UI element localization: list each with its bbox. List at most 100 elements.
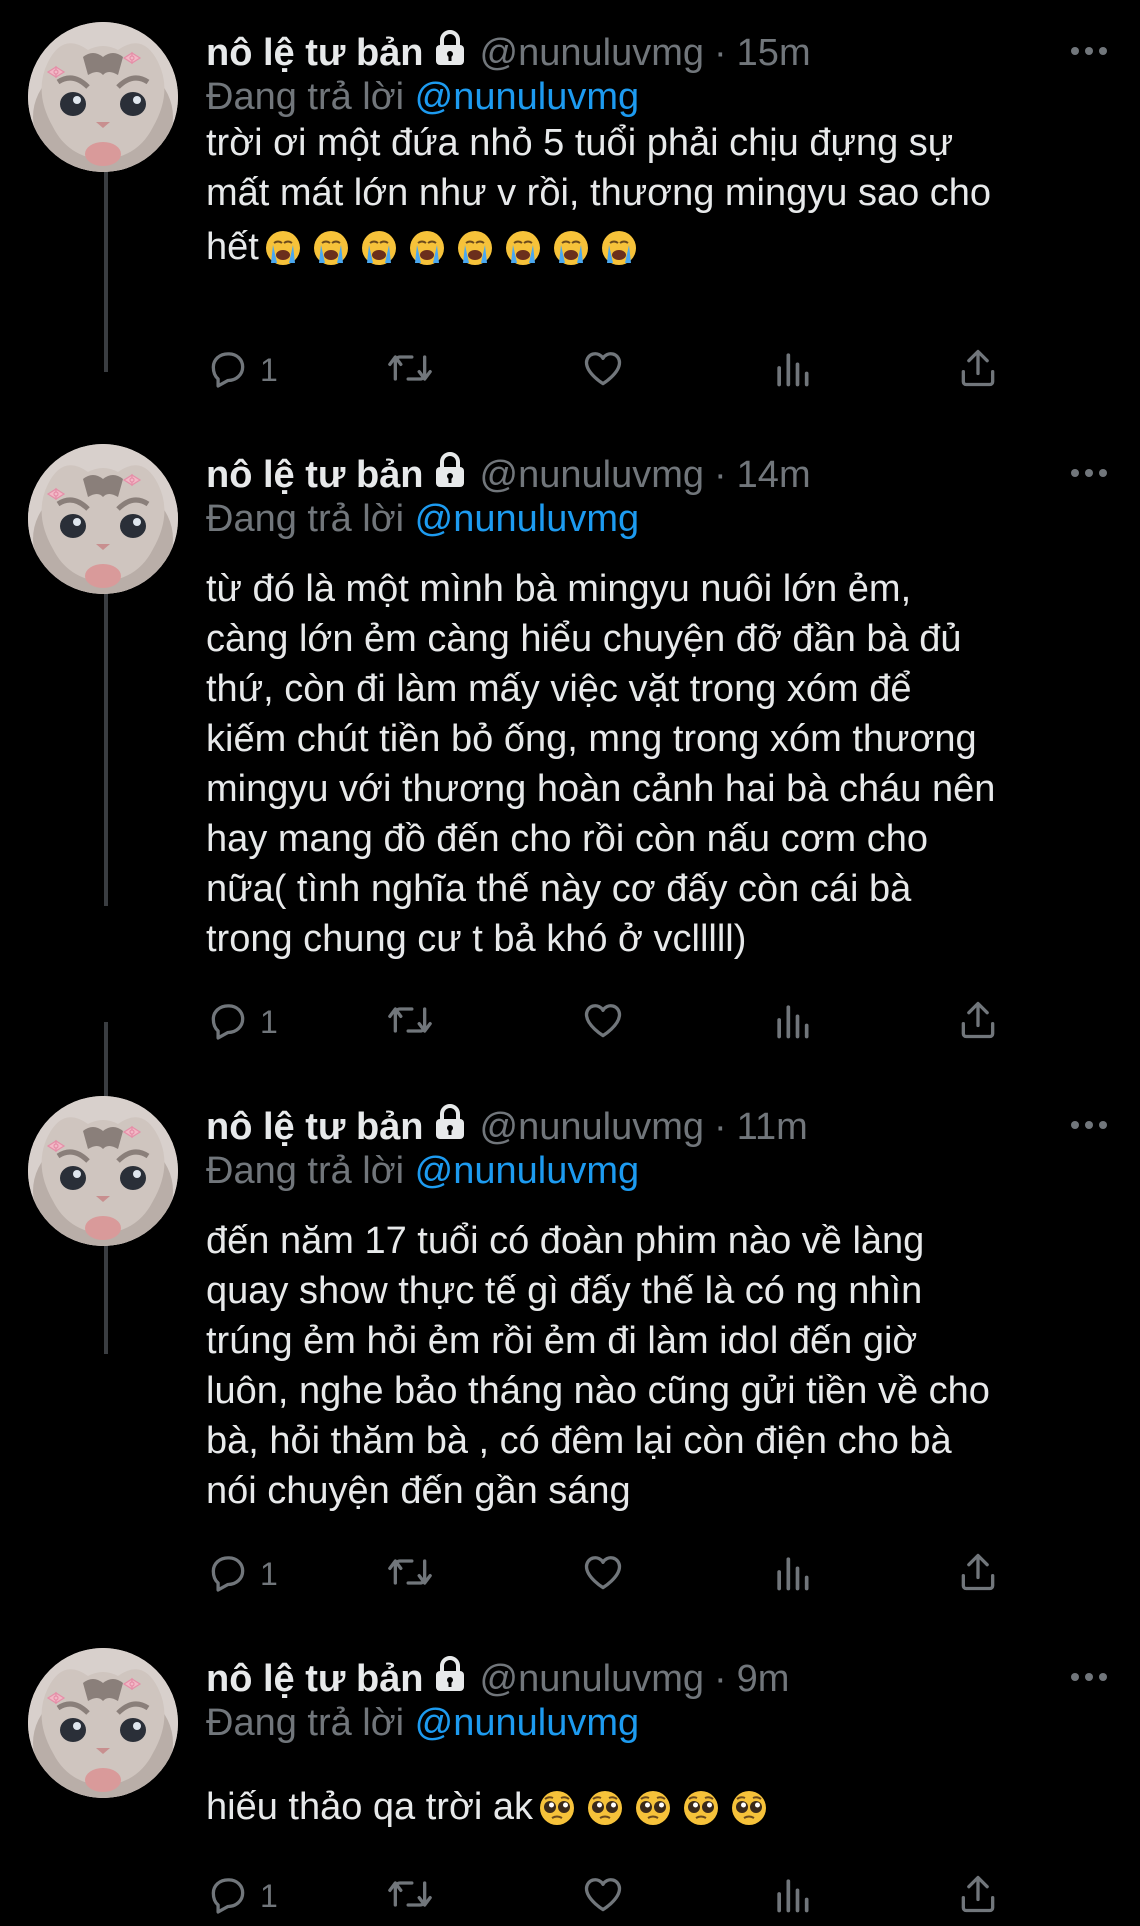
author-name[interactable]: nô lệ tư bản — [206, 454, 424, 497]
like-button[interactable] — [580, 992, 626, 1052]
tweet-header: nô lệ tư bản @nunuluvmg · 14m — [206, 450, 1100, 500]
avatar[interactable] — [28, 444, 178, 594]
tweet-text-line: trúng ẻm hỏi ẻm rồi ẻm đi làm idol đến g… — [206, 1320, 918, 1362]
tweet-header: nô lệ tư bản @nunuluvmg · 9m — [206, 1654, 1100, 1704]
tweet-actions: 1 — [206, 1866, 1026, 1926]
tweet-text: từ đó là một mình bà mingyu nuôi lớn ẻm,… — [206, 564, 1106, 964]
tweet-header: nô lệ tư bản @nunuluvmg · 15m — [206, 28, 1100, 78]
analytics-button[interactable] — [770, 992, 814, 1052]
like-button[interactable] — [580, 1866, 626, 1926]
crying-face-emoji — [600, 229, 638, 280]
replying-to: Đang trả lời @nunuluvmg — [206, 1702, 639, 1745]
tweet-actions: 1 — [206, 340, 1026, 400]
tweet-text-line: quay show thực tế gì đấy thế là có ng nh… — [206, 1270, 923, 1312]
reply-count: 1 — [260, 1003, 278, 1040]
like-button[interactable] — [580, 340, 626, 400]
tweet-text: hiếu thảo qa trời ak — [206, 1782, 1106, 1840]
share-button[interactable] — [956, 1544, 1000, 1604]
lock-icon — [432, 1655, 468, 1703]
tweet-time[interactable]: 9m — [737, 1658, 790, 1701]
pleading-face-emoji — [538, 1789, 576, 1840]
reply-button[interactable]: 1 — [206, 992, 278, 1052]
author-handle[interactable]: @nunuluvmg — [480, 454, 704, 497]
more-options-icon[interactable] — [1064, 1652, 1114, 1702]
author-handle[interactable]: @nunuluvmg — [480, 32, 704, 75]
replying-prefix: Đang trả lời — [206, 498, 405, 540]
crying-face-emoji — [264, 229, 302, 280]
reply-icon — [206, 998, 250, 1047]
tweet-text-line: từ đó là một mình bà mingyu nuôi lớn ẻm, — [206, 568, 912, 610]
separator-dot: · — [714, 1105, 727, 1148]
retweet-button[interactable] — [386, 992, 434, 1052]
avatar[interactable] — [28, 22, 178, 172]
heart-icon — [580, 1550, 626, 1599]
retweet-icon — [386, 998, 434, 1047]
share-icon — [956, 1550, 1000, 1599]
share-icon — [956, 998, 1000, 1047]
tweet-text-line: hay mang đồ đến cho rồi còn nấu cơm cho — [206, 818, 929, 860]
replying-to: Đang trả lời @nunuluvmg — [206, 498, 639, 541]
analytics-button[interactable] — [770, 340, 814, 400]
retweet-icon — [386, 1872, 434, 1921]
share-icon — [956, 346, 1000, 395]
reply-button[interactable]: 1 — [206, 340, 278, 400]
share-button[interactable] — [956, 340, 1000, 400]
tweet-text-line: thứ, còn đi làm mấy việc vặt trong xóm đ… — [206, 668, 912, 710]
analytics-button[interactable] — [770, 1544, 814, 1604]
more-options-icon[interactable] — [1064, 26, 1114, 76]
retweet-button[interactable] — [386, 1544, 434, 1604]
tweet-text-line: mingyu với thương hoàn cảnh hai bà cháu … — [206, 768, 996, 810]
avatar[interactable] — [28, 1096, 178, 1246]
crying-face-emoji — [552, 229, 590, 280]
replying-prefix: Đang trả lời — [206, 1150, 405, 1192]
tweet-time[interactable]: 15m — [737, 32, 811, 75]
mention-link[interactable]: @nunuluvmg — [415, 1150, 639, 1192]
replying-to: Đang trả lời @nunuluvmg — [206, 1150, 639, 1193]
retweet-button[interactable] — [386, 340, 434, 400]
share-button[interactable] — [956, 992, 1000, 1052]
tweet-text-line: kiếm chút tiền bỏ ống, mng trong xóm thư… — [206, 718, 977, 760]
heart-icon — [580, 346, 626, 395]
pleading-face-emoji — [682, 1789, 720, 1840]
reply-icon — [206, 346, 250, 395]
heart-icon — [580, 998, 626, 1047]
analytics-icon — [770, 1550, 814, 1599]
more-options-icon[interactable] — [1064, 448, 1114, 498]
retweet-icon — [386, 1550, 434, 1599]
mention-link[interactable]: @nunuluvmg — [415, 76, 639, 118]
author-name[interactable]: nô lệ tư bản — [206, 1106, 424, 1149]
pleading-face-emoji — [730, 1789, 768, 1840]
tweet-text-line: đến năm 17 tuổi có đoàn phim nào về làng — [206, 1220, 925, 1262]
tweet-actions: 1 — [206, 1544, 1026, 1604]
reply-button[interactable]: 1 — [206, 1866, 278, 1926]
share-icon — [956, 1872, 1000, 1921]
heart-icon — [580, 1872, 626, 1921]
reply-icon — [206, 1550, 250, 1599]
author-handle[interactable]: @nunuluvmg — [480, 1106, 704, 1149]
author-name[interactable]: nô lệ tư bản — [206, 1658, 424, 1701]
author-handle[interactable]: @nunuluvmg — [480, 1658, 704, 1701]
thread-connector — [104, 148, 108, 372]
avatar[interactable] — [28, 1648, 178, 1798]
crying-face-emoji — [360, 229, 398, 280]
tweet-text: trời ơi một đứa nhỏ 5 tuổi phải chịu đựn… — [206, 118, 1106, 280]
share-button[interactable] — [956, 1866, 1000, 1926]
tweet-actions: 1 — [206, 992, 1026, 1052]
like-button[interactable] — [580, 1544, 626, 1604]
separator-dot: · — [714, 31, 727, 74]
lock-icon — [432, 29, 468, 77]
crying-face-emoji — [456, 229, 494, 280]
tweet-text-line: mất mát lớn như v rồi, thương mingyu sao… — [206, 172, 992, 214]
tweet-text-line: trong chung cư t bả khó ở vclllll) — [206, 918, 747, 960]
mention-link[interactable]: @nunuluvmg — [415, 498, 639, 540]
retweet-button[interactable] — [386, 1866, 434, 1926]
tweet-time[interactable]: 11m — [737, 1106, 808, 1149]
reply-button[interactable]: 1 — [206, 1544, 278, 1604]
mention-link[interactable]: @nunuluvmg — [415, 1702, 639, 1744]
more-options-icon[interactable] — [1064, 1100, 1114, 1150]
tweet-time[interactable]: 14m — [737, 454, 811, 497]
author-name[interactable]: nô lệ tư bản — [206, 32, 424, 75]
lock-icon — [432, 1103, 468, 1151]
analytics-button[interactable] — [770, 1866, 814, 1926]
crying-face-emoji — [504, 229, 542, 280]
